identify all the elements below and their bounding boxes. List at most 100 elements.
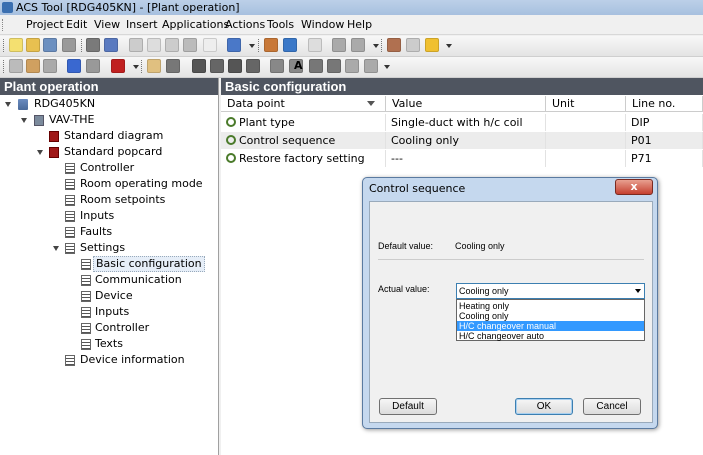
cancel-button[interactable]: Cancel: [583, 398, 641, 415]
menu-window[interactable]: Window: [301, 18, 344, 32]
menu-applications[interactable]: Applications: [162, 18, 229, 32]
toolbar-grip[interactable]: [381, 39, 383, 52]
monitor-icon[interactable]: [67, 59, 81, 73]
settings-gear-icon[interactable]: [406, 38, 420, 52]
arrow-right-icon[interactable]: [364, 59, 378, 73]
toolbar-overflow-icon[interactable]: [133, 65, 139, 69]
expand-arrow-icon[interactable]: [37, 150, 43, 155]
tree-item-standard-diagram[interactable]: Standard diagram: [64, 129, 163, 143]
expand-arrow-icon[interactable]: [5, 102, 11, 107]
toolbar-overflow-icon[interactable]: [249, 44, 255, 48]
toolbar-grip[interactable]: [3, 60, 5, 73]
refresh-icon[interactable]: [283, 38, 297, 52]
tree-item-controller-settings[interactable]: Controller: [95, 321, 149, 335]
tree-item-faults[interactable]: Faults: [80, 225, 112, 239]
paste-icon[interactable]: [165, 38, 179, 52]
page-edit-icon[interactable]: [228, 59, 242, 73]
block-icon[interactable]: [192, 59, 206, 73]
popcard-tool-icon[interactable]: [111, 59, 125, 73]
tree-item-texts[interactable]: Texts: [95, 337, 123, 351]
table-icon[interactable]: [166, 59, 180, 73]
tree-item-inputs[interactable]: Inputs: [80, 209, 114, 223]
menu-actions[interactable]: Actions: [225, 18, 265, 32]
table-row[interactable]: Control sequence Cooling only P01: [221, 132, 703, 149]
menu-grip[interactable]: [2, 19, 5, 31]
toolbar-overflow-icon[interactable]: [373, 44, 379, 48]
save-icon[interactable]: [43, 38, 57, 52]
zoom-icon[interactable]: [308, 38, 322, 52]
wrench-icon[interactable]: [270, 59, 284, 73]
toolbar-overflow-icon[interactable]: [446, 44, 452, 48]
menu-view[interactable]: View: [94, 18, 120, 32]
tree-item-standard-popcard[interactable]: Standard popcard: [64, 145, 162, 159]
tree-item-vav-the[interactable]: VAV-THE: [49, 113, 94, 127]
connect-icon[interactable]: [86, 38, 100, 52]
help-icon[interactable]: [227, 38, 241, 52]
menu-insert[interactable]: Insert: [126, 18, 158, 32]
column-header-unit[interactable]: Unit: [546, 96, 626, 112]
option-heating-only[interactable]: Heating only: [457, 301, 644, 311]
forward-icon[interactable]: [332, 38, 346, 52]
table-row[interactable]: Plant type Single-duct with h/c coil DIP: [221, 114, 703, 131]
column-header-data-point[interactable]: Data point: [221, 96, 386, 112]
highlight-icon[interactable]: [425, 38, 439, 52]
tree-item-device-information[interactable]: Device information: [80, 353, 185, 367]
delete-icon[interactable]: [203, 38, 217, 52]
plug-icon[interactable]: [104, 38, 118, 52]
option-hc-changeover-manual[interactable]: H/C changeover manual: [457, 321, 644, 331]
chevron-down-icon[interactable]: [635, 289, 641, 293]
toolbar-grip[interactable]: [3, 39, 5, 52]
import-icon[interactable]: [351, 38, 365, 52]
default-button[interactable]: Default: [379, 398, 437, 415]
grid-icon[interactable]: [62, 38, 76, 52]
tree-item-room-operating-mode[interactable]: Room operating mode: [80, 177, 203, 191]
app-icon: [2, 2, 13, 13]
tree-item-device[interactable]: Device: [95, 289, 133, 303]
tree-item-basic-configuration[interactable]: Basic configuration: [93, 256, 205, 272]
menu-edit[interactable]: Edit: [66, 18, 87, 32]
open-folder-icon[interactable]: [26, 38, 40, 52]
option-hc-changeover-auto[interactable]: H/C changeover auto: [457, 331, 644, 341]
sort-arrow-icon[interactable]: [367, 101, 375, 106]
basic-configuration-title: Basic configuration: [221, 78, 703, 95]
menu-help[interactable]: Help: [347, 18, 372, 32]
link-icon[interactable]: [43, 59, 57, 73]
tools-icon[interactable]: [26, 59, 40, 73]
text-tool-icon[interactable]: A: [294, 59, 303, 73]
tree-item-settings[interactable]: Settings: [80, 241, 125, 255]
option-cooling-only[interactable]: Cooling only: [457, 311, 644, 321]
column-header-value[interactable]: Value: [386, 96, 546, 112]
expand-arrow-icon[interactable]: [21, 118, 27, 123]
dialog-close-button[interactable]: x: [615, 179, 653, 195]
toolbar-grip[interactable]: [141, 60, 143, 73]
tree-item-controller[interactable]: Controller: [80, 161, 134, 175]
tree-item-communication[interactable]: Communication: [95, 273, 182, 287]
tree-item-room-setpoints[interactable]: Room setpoints: [80, 193, 165, 207]
paste-special-icon[interactable]: [183, 38, 197, 52]
cut-icon[interactable]: [129, 38, 143, 52]
actual-value-dropdown[interactable]: Cooling only: [456, 283, 645, 299]
ok-button[interactable]: OK: [515, 398, 573, 415]
panel-icon[interactable]: [86, 59, 100, 73]
copy-icon[interactable]: [147, 38, 161, 52]
menu-tools[interactable]: Tools: [267, 18, 294, 32]
plant-operation-title: Plant operation: [0, 78, 218, 95]
brush-icon[interactable]: [327, 59, 341, 73]
tree-item-rdg405kn[interactable]: RDG405KN: [34, 97, 95, 111]
expand-arrow-icon[interactable]: [53, 246, 59, 251]
download-icon[interactable]: [264, 38, 278, 52]
new-icon[interactable]: [9, 38, 23, 52]
tree-item-inputs-settings[interactable]: Inputs: [95, 305, 129, 319]
edit-icon[interactable]: [147, 59, 161, 73]
document-icon[interactable]: [246, 59, 260, 73]
pen-icon[interactable]: [309, 59, 323, 73]
arrow-left-icon[interactable]: [345, 59, 359, 73]
menu-project[interactable]: Project: [26, 18, 64, 32]
toolbar-overflow-icon[interactable]: [384, 65, 390, 69]
column-header-line-no[interactable]: Line no.: [626, 96, 703, 112]
user-icon[interactable]: [387, 38, 401, 52]
table-row[interactable]: Restore factory setting --- P71: [221, 150, 703, 167]
page-icon[interactable]: [210, 59, 224, 73]
toolbar-grip[interactable]: [258, 39, 260, 52]
print-icon[interactable]: [9, 59, 23, 73]
